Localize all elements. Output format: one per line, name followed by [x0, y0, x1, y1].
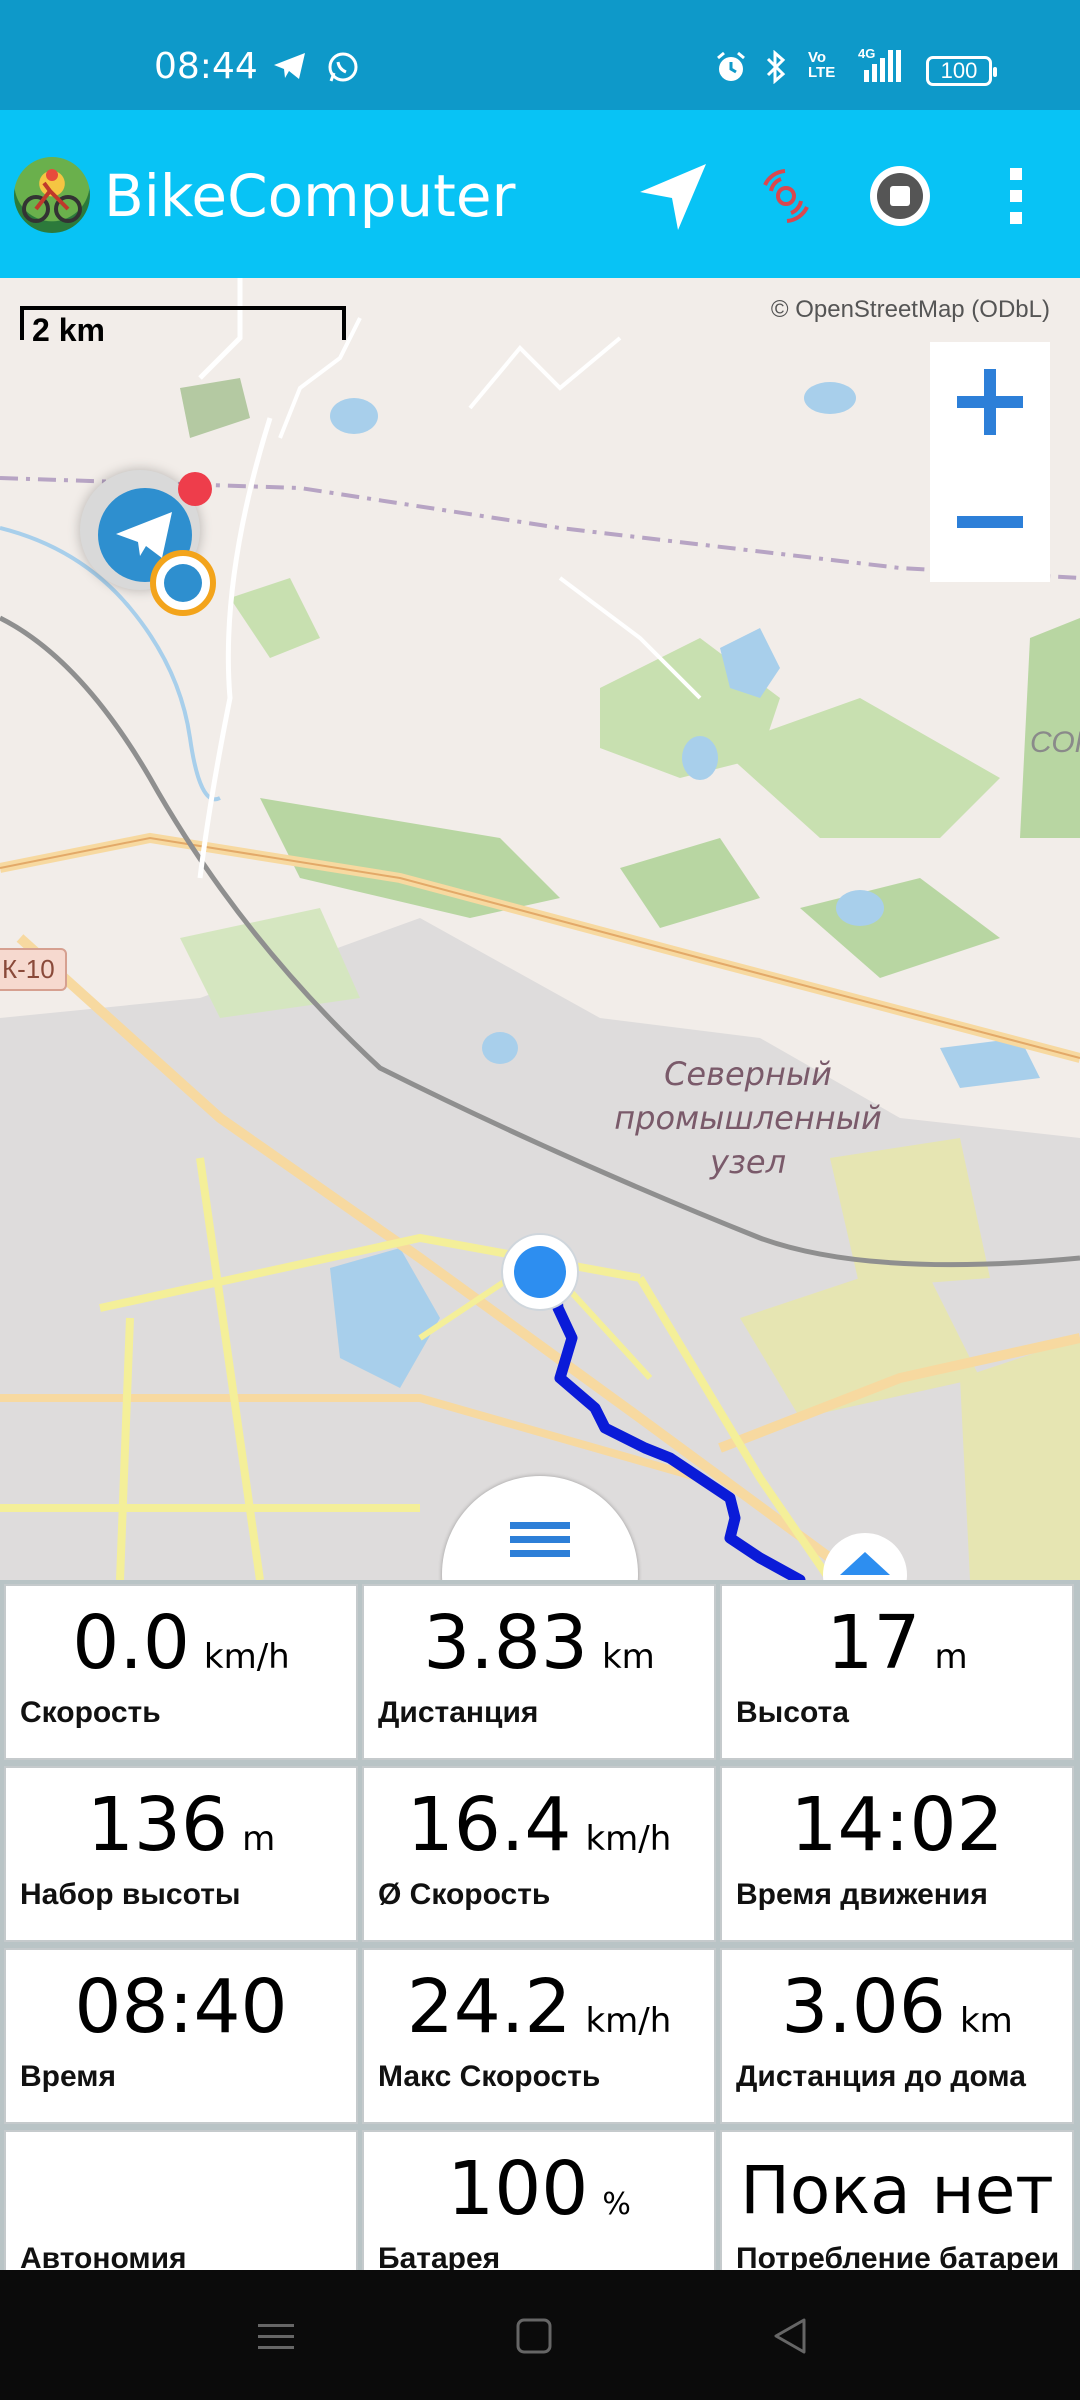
navigation-arrow-icon — [640, 164, 706, 230]
tile-value: 16.4 — [406, 1782, 572, 1868]
battery-level: 100 — [940, 58, 978, 83]
tile-value: 3.83 — [423, 1600, 588, 1686]
tile-speed[interactable]: 0.0 km/h Скорость — [4, 1584, 358, 1760]
dashboard-grid: 0.0 km/h Скорость 3.83 km Дистанция 17 m Вы… — [0, 1580, 1080, 2270]
tile-label: Высота — [736, 1696, 849, 1729]
tile-battery-consumption[interactable]: Пока нет Потребление батареи — [720, 2130, 1074, 2270]
map-view[interactable]: 2 km © OpenStreetMap (ODbL) К-10 СОК Сев… — [0, 278, 1080, 1580]
tile-distance-to-home[interactable]: 3.06 km Дистанция до дома — [720, 1948, 1074, 2124]
alarm-icon — [714, 50, 748, 89]
tile-distance[interactable]: 3.83 km Дистанция — [362, 1584, 716, 1760]
whatsapp-icon — [326, 50, 360, 89]
tile-elevation-gain[interactable]: 136 m Набор высоты — [4, 1766, 358, 1942]
tile-max-speed[interactable]: 24.2 km/h Макс Скорость — [362, 1948, 716, 2124]
telegram-icon — [272, 50, 308, 87]
tile-average-speed[interactable]: 16.4 km/h Ø Скорость — [362, 1766, 716, 1942]
recent-apps-button[interactable] — [256, 2316, 296, 2356]
tile-unit: m — [242, 1819, 276, 1859]
sensor-connect-button[interactable] — [744, 154, 828, 238]
system-nav-bar — [0, 2270, 1080, 2400]
tile-label: Время движения — [736, 1878, 988, 1911]
tile-value: 24.2 — [406, 1964, 572, 2050]
minus-icon — [957, 516, 1023, 528]
sensor-connect-icon — [763, 169, 809, 223]
zoom-in-button[interactable] — [930, 342, 1050, 462]
app-toolbar: BikeComputer — [0, 110, 1080, 278]
status-bar: 08:44 Vo LTE 4G 100 — [0, 0, 1080, 110]
tile-value: 17 — [826, 1600, 921, 1686]
road-shield: К-10 — [0, 948, 67, 991]
tile-battery[interactable]: 100% Батарея — [362, 2130, 716, 2270]
tile-label: Ø Скорость — [378, 1878, 551, 1911]
stop-record-icon — [870, 166, 930, 226]
map-scale-label: 2 km — [32, 312, 105, 348]
current-location-marker — [501, 1233, 579, 1311]
app-title: BikeComputer — [104, 162, 516, 230]
tile-unit: km/h — [203, 1637, 290, 1677]
tile-altitude[interactable]: 17 m Высота — [720, 1584, 1074, 1760]
tile-label: Батарея — [378, 2242, 501, 2270]
tile-autonomy[interactable]: Автономия — [4, 2130, 358, 2270]
overflow-menu-button[interactable] — [974, 154, 1058, 238]
tile-value: Пока нет — [740, 2152, 1054, 2229]
home-marker-icon — [823, 1533, 907, 1580]
map-scale-bar: 2 km — [20, 306, 346, 348]
tile-label: Время — [20, 2060, 116, 2093]
tile-unit: % — [602, 2187, 631, 2222]
notification-dot — [178, 472, 212, 506]
plus-icon — [957, 369, 1023, 435]
tile-unit: km/h — [585, 2001, 672, 2041]
map-place-label-line: промышленный — [614, 1099, 882, 1137]
tile-label: Скорость — [20, 1696, 161, 1729]
tile-label: Макс Скорость — [378, 2060, 601, 2093]
overflow-menu-icon — [1010, 168, 1022, 224]
back-button[interactable] — [770, 2316, 810, 2356]
home-button[interactable] — [514, 2316, 554, 2356]
tile-unit: km — [601, 1637, 655, 1677]
tile-value: 08:40 — [74, 1964, 288, 2050]
tile-label: Дистанция — [378, 1696, 539, 1729]
navigation-button[interactable] — [630, 154, 714, 238]
svg-text:4G: 4G — [858, 46, 875, 61]
tile-clock[interactable]: 08:40 Время — [4, 1948, 358, 2124]
tile-value: 100 — [447, 2146, 589, 2232]
bluetooth-icon — [764, 49, 788, 89]
map-place-label-line: узел — [709, 1143, 787, 1181]
zoom-out-button[interactable] — [930, 462, 1050, 582]
tile-value: 14:02 — [790, 1782, 1004, 1868]
tile-label: Набор высоты — [20, 1878, 241, 1911]
status-time: 08:44 — [154, 46, 258, 87]
tile-label: Автономия — [20, 2242, 187, 2270]
tile-label: Потребление батареи — [736, 2242, 1060, 2270]
tile-value: 136 — [86, 1782, 229, 1868]
map-edge-label: СОК — [1030, 726, 1080, 759]
battery-icon: 100 — [926, 56, 997, 86]
tile-unit: km — [959, 2001, 1013, 2041]
app-logo-icon — [14, 157, 90, 233]
map-attribution[interactable]: © OpenStreetMap (ODbL) — [771, 296, 1050, 324]
tile-moving-time[interactable]: 14:02 Время движения — [720, 1766, 1074, 1942]
tile-unit: m — [934, 1637, 968, 1677]
volte-icon: Vo LTE — [808, 49, 836, 81]
tile-value: 3.06 — [781, 1964, 946, 2050]
telegram-badge-icon — [150, 550, 216, 616]
tile-unit: km/h — [585, 1819, 672, 1859]
tile-value: 0.0 — [72, 1600, 190, 1686]
map-place-label: Северный промышленный узел — [598, 1052, 898, 1184]
zoom-controls — [930, 342, 1050, 582]
hamburger-menu-icon — [510, 1522, 570, 1564]
tile-label: Дистанция до дома — [736, 2060, 1026, 2093]
map-place-label-line: Северный — [664, 1055, 832, 1093]
stop-record-button[interactable] — [858, 154, 942, 238]
signal-icon: 4G — [858, 46, 904, 91]
